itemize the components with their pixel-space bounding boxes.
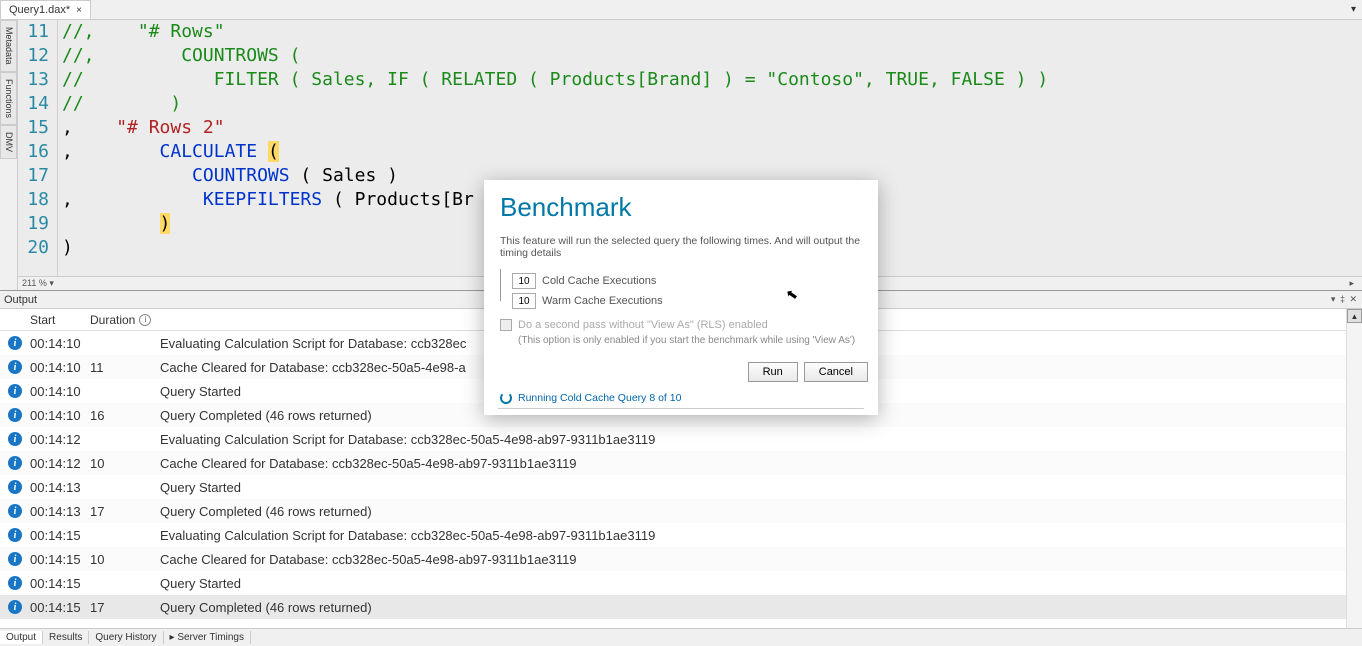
row-start: 00:14:15: [30, 528, 90, 543]
row-message: Query Completed (46 rows returned): [160, 600, 1346, 615]
info-icon: i: [8, 480, 22, 494]
info-icon: i: [139, 314, 151, 326]
dialog-description: This feature will run the selected query…: [500, 235, 862, 259]
info-icon: i: [8, 384, 22, 398]
info-icon: i: [8, 600, 22, 614]
row-duration: 17: [90, 504, 160, 519]
row-start: 00:14:10: [30, 408, 90, 423]
info-icon: i: [8, 336, 22, 350]
row-start: 00:14:12: [30, 432, 90, 447]
row-start: 00:14:12: [30, 456, 90, 471]
row-message: Query Completed (46 rows returned): [160, 504, 1346, 519]
cancel-button[interactable]: Cancel: [804, 362, 868, 382]
side-tab-dmv[interactable]: DMV: [0, 125, 17, 159]
side-tab-functions[interactable]: Functions: [0, 72, 17, 125]
info-icon: i: [8, 456, 22, 470]
row-start: 00:14:13: [30, 480, 90, 495]
warm-cache-label: Warm Cache Executions: [542, 295, 663, 307]
row-start: 00:14:15: [30, 552, 90, 567]
info-icon: i: [8, 504, 22, 518]
row-message: Evaluating Calculation Script for Databa…: [160, 528, 1346, 543]
bottom-tab[interactable]: Results: [43, 631, 89, 644]
info-icon: i: [8, 408, 22, 422]
row-message: Cache Cleared for Database: ccb328ec-50a…: [160, 552, 1346, 567]
topbar-menu-icon[interactable]: ▾: [1351, 4, 1362, 15]
row-duration: 10: [90, 552, 160, 567]
output-row[interactable]: i 00:14:15 Evaluating Calculation Script…: [0, 523, 1346, 547]
row-start: 00:14:10: [30, 336, 90, 351]
side-tab-metadata[interactable]: Metadata: [0, 20, 17, 72]
output-row[interactable]: i 00:14:12 Evaluating Calculation Script…: [0, 427, 1346, 451]
col-duration[interactable]: Duration i: [90, 313, 160, 327]
row-start: 00:14:15: [30, 576, 90, 591]
zoom-value: 211 % ▾: [22, 278, 54, 289]
info-icon: i: [8, 360, 22, 374]
row-message: Evaluating Calculation Script for Databa…: [160, 432, 1346, 447]
info-icon: i: [8, 552, 22, 566]
info-icon: i: [8, 432, 22, 446]
col-start[interactable]: Start: [30, 313, 90, 327]
bottom-tab[interactable]: ▸ Server Timings: [164, 631, 251, 644]
row-start: 00:14:13: [30, 504, 90, 519]
row-message: Cache Cleared for Database: ccb328ec-50a…: [160, 456, 1346, 471]
side-tab-strip: MetadataFunctionsDMV: [0, 20, 18, 290]
cold-cache-input[interactable]: [512, 273, 536, 289]
benchmark-dialog: Benchmark This feature will run the sele…: [484, 180, 878, 415]
info-icon: i: [8, 576, 22, 590]
output-row[interactable]: i 00:14:13 17 Query Completed (46 rows r…: [0, 499, 1346, 523]
row-message: Query Started: [160, 576, 1346, 591]
hscroll-right-icon[interactable]: ▸: [1349, 278, 1354, 289]
output-row[interactable]: i 00:14:15 10 Cache Cleared for Database…: [0, 547, 1346, 571]
row-start: 00:14:10: [30, 384, 90, 399]
output-row[interactable]: i 00:14:15 17 Query Completed (46 rows r…: [0, 595, 1346, 619]
row-message: Query Started: [160, 480, 1346, 495]
output-row[interactable]: i 00:14:15 Query Started: [0, 571, 1346, 595]
dialog-status: Running Cold Cache Query 8 of 10: [484, 392, 878, 408]
output-title: Output: [4, 294, 37, 306]
bottom-tab[interactable]: Output: [0, 631, 43, 644]
rls-checkbox: [500, 319, 512, 331]
rls-check-label: Do a second pass without "View As" (RLS)…: [518, 319, 768, 331]
row-start: 00:14:15: [30, 600, 90, 615]
close-icon[interactable]: ×: [76, 5, 82, 16]
output-scrollbar[interactable]: ▲: [1346, 309, 1362, 628]
output-header-controls[interactable]: ▾ ‡ ✕: [1331, 294, 1358, 305]
line-gutter: 11121314151617181920: [18, 20, 58, 276]
cold-cache-label: Cold Cache Executions: [542, 275, 656, 287]
output-row[interactable]: i 00:14:12 10 Cache Cleared for Database…: [0, 451, 1346, 475]
bottom-tab-bar: OutputResultsQuery History▸ Server Timin…: [0, 628, 1362, 646]
document-tab-bar: Query1.dax* × ▾: [0, 0, 1362, 20]
output-row[interactable]: i 00:14:13 Query Started: [0, 475, 1346, 499]
rls-check-sub: (This option is only enabled if you star…: [518, 335, 862, 346]
document-tab-title: Query1.dax*: [9, 4, 70, 16]
col-duration-label: Duration: [90, 313, 135, 327]
spinner-icon: [500, 392, 512, 404]
row-duration: 17: [90, 600, 160, 615]
row-duration: 10: [90, 456, 160, 471]
document-tab[interactable]: Query1.dax* ×: [0, 0, 91, 19]
dialog-status-text: Running Cold Cache Query 8 of 10: [518, 392, 681, 404]
bottom-tab[interactable]: Query History: [89, 631, 163, 644]
row-duration: 11: [90, 360, 160, 375]
row-duration: 16: [90, 408, 160, 423]
dialog-title: Benchmark: [484, 180, 878, 229]
warm-cache-input[interactable]: [512, 293, 536, 309]
scroll-up-icon[interactable]: ▲: [1347, 309, 1362, 323]
row-start: 00:14:10: [30, 360, 90, 375]
info-icon: i: [8, 528, 22, 542]
run-button[interactable]: Run: [748, 362, 798, 382]
